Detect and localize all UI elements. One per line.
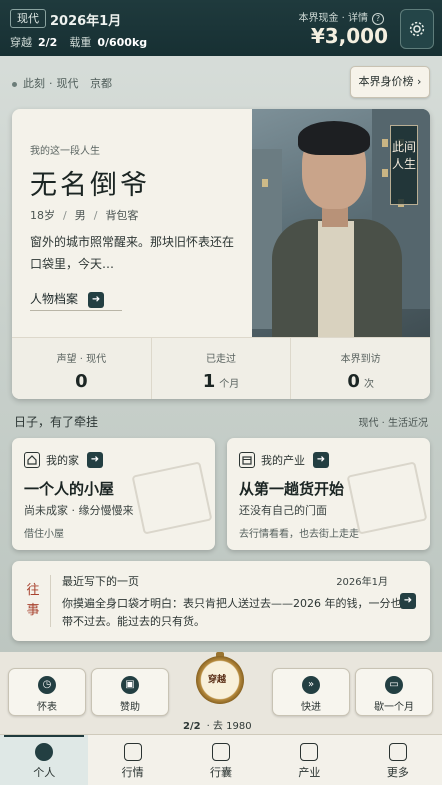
- section-title: 日子，有了牵挂: [14, 415, 99, 429]
- stat-label: 本界到访: [340, 354, 381, 365]
- bottom-tab-bar: 个人 行情 行囊 产业 更多: [0, 734, 442, 785]
- character-name: 无名倒爷: [30, 170, 150, 201]
- travel-label: 穿越: [10, 36, 32, 49]
- journal-side-label: 往事: [26, 583, 40, 618]
- journal-body: 你摸遍全身口袋才明白：表只肯把人送过去——2026 年的钱，一分也带不过去。能过…: [62, 597, 402, 628]
- cash-details-link[interactable]: 本界现金 · 详情?: [298, 9, 384, 25]
- current-date: 2026年1月: [50, 14, 122, 29]
- character-job: 背包客: [105, 209, 139, 222]
- gift-icon: ▣: [121, 676, 139, 694]
- business-card-footer: 去行情看看，也去街上走走: [239, 529, 359, 540]
- gear-icon: [409, 21, 425, 37]
- vertical-life-label: 此间人生: [390, 125, 418, 205]
- card-subtitle: 我的这一段人生: [30, 146, 100, 157]
- home-icon: [24, 452, 40, 468]
- profile-button[interactable]: 人物档案 ➜: [30, 287, 123, 311]
- location-city: 京都: [90, 77, 112, 90]
- cash-value: ¥3,000: [310, 24, 388, 48]
- rest-month-button[interactable]: ▭ 歇一个月: [355, 668, 433, 716]
- pocket-watch-label: 怀表: [37, 702, 57, 713]
- tab-label: 个人: [33, 766, 56, 779]
- top-status-bar: 现代 2026年1月 穿越 2/2 载重 0/600kg 本界现金 · 详情? ¥3,…: [0, 0, 442, 56]
- stats-row: 声望 · 现代 0 已走过 1 个月 本界到访 0次: [12, 337, 430, 399]
- home-card-text: 尚未成家 · 缘分慢慢来: [24, 504, 134, 517]
- character-age: 18岁: [30, 209, 55, 222]
- travel-value: 2/2: [38, 36, 58, 49]
- watch-face-label: 穿越: [208, 675, 227, 685]
- character-description: 窗外的城市照常醒来。那块旧怀表还在口袋里，今天…: [30, 235, 235, 271]
- bed-icon: ▭: [385, 676, 403, 694]
- clock-icon: ◷: [38, 676, 56, 694]
- travel-count: 2/2 · 去 1980: [183, 717, 252, 732]
- stat-visits: 本界到访 0次: [291, 338, 430, 399]
- wealth-rank-button[interactable]: 本界身价榜 ›: [350, 66, 430, 98]
- tab-label: 产业: [298, 766, 321, 779]
- chart-icon: [123, 743, 142, 761]
- tab-personal[interactable]: 个人: [0, 735, 89, 785]
- stat-unit: 个月: [219, 379, 240, 390]
- profile-button-label: 人物档案: [30, 292, 79, 306]
- home-card-header: 我的家: [46, 454, 79, 467]
- load-value: 0/600kg: [97, 36, 148, 49]
- fast-forward-button[interactable]: » 快进: [272, 668, 350, 716]
- tab-more[interactable]: 更多: [354, 735, 442, 785]
- character-card: 此间人生 我的这一段人生 无名倒爷 18岁 / 男 / 背包客 窗外的城市照常醒来。那块…: [12, 109, 430, 399]
- location-era: 现代: [56, 77, 79, 90]
- stat-label: 声望 · 现代: [56, 354, 107, 365]
- sponsor-label: 赞助: [120, 702, 140, 713]
- time-travel-watch[interactable]: 穿越: [193, 652, 247, 716]
- home-card-title: 一个人的小屋: [24, 480, 115, 498]
- arrow-right-icon: ➜: [88, 291, 105, 308]
- tab-label: 行情: [121, 766, 144, 779]
- person-icon: [35, 743, 54, 761]
- home-card-footer: 借住小屋: [24, 529, 64, 540]
- fast-forward-label: 快进: [301, 702, 321, 713]
- character-gender: 男: [74, 209, 86, 222]
- stat-reputation: 声望 · 现代 0: [12, 338, 152, 399]
- load-label: 载重: [69, 36, 92, 49]
- fast-forward-icon: »: [302, 676, 320, 694]
- location-dot-icon: [12, 81, 17, 87]
- rest-month-label: 歇一个月: [374, 702, 414, 713]
- stat-months: 已走过 1 个月: [152, 338, 292, 399]
- arrow-right-icon[interactable]: ➜: [400, 593, 416, 609]
- grid-icon: [388, 743, 407, 761]
- bag-icon: [212, 743, 231, 761]
- tab-market[interactable]: 行情: [88, 735, 176, 785]
- pocket-watch-button[interactable]: ◷ 怀表: [8, 668, 86, 716]
- stat-unit: 次: [363, 379, 374, 390]
- era-tag: 现代: [10, 9, 46, 28]
- business-card[interactable]: 我的产业 ➜ 从第一趟货开始 还没有自己的门面 去行情看看，也去街上走走: [227, 438, 430, 550]
- journal-card[interactable]: 往事 最近写下的一页 2026年1月 你摸遍全身口袋才明白：表只肯把人送过去——…: [12, 561, 430, 641]
- travel-count-value: 2/2: [183, 721, 201, 732]
- journal-date: 2026年1月: [336, 577, 388, 588]
- location-line: 此刻 · 现代 京都: [12, 75, 112, 91]
- travel-load-line: 穿越 2/2 载重 0/600kg: [10, 34, 159, 50]
- stat-value: 0: [75, 371, 88, 392]
- cash-label: 本界现金 · 详情: [298, 13, 368, 24]
- stat-label: 已走过: [206, 354, 236, 365]
- settings-button[interactable]: [400, 9, 434, 49]
- tab-label: 行囊: [210, 766, 233, 779]
- journal-title: 最近写下的一页: [62, 575, 139, 588]
- business-card-text: 还没有自己的门面: [239, 504, 327, 517]
- stat-value: 1: [202, 371, 216, 392]
- character-meta: 18岁 / 男 / 背包客: [30, 209, 139, 222]
- shop-icon: [239, 452, 255, 468]
- stat-value: 0: [347, 371, 360, 392]
- arrow-right-icon: ➜: [313, 452, 329, 468]
- tab-label: 更多: [386, 766, 409, 779]
- location-prefix: 此刻: [23, 77, 45, 90]
- business-card-title: 从第一趟货开始: [239, 480, 345, 498]
- home-card[interactable]: 我的家 ➜ 一个人的小屋 尚未成家 · 缘分慢慢来 借住小屋: [12, 438, 215, 550]
- tab-business[interactable]: 产业: [265, 735, 353, 785]
- tab-bag[interactable]: 行囊: [177, 735, 265, 785]
- section-subtitle: 现代 · 生活近况: [358, 418, 428, 429]
- arrow-right-icon: ➜: [87, 452, 103, 468]
- building-icon: [300, 743, 319, 761]
- business-card-header: 我的产业: [261, 454, 305, 467]
- travel-destination: · 去 1980: [206, 721, 252, 732]
- sponsor-button[interactable]: ▣ 赞助: [91, 668, 169, 716]
